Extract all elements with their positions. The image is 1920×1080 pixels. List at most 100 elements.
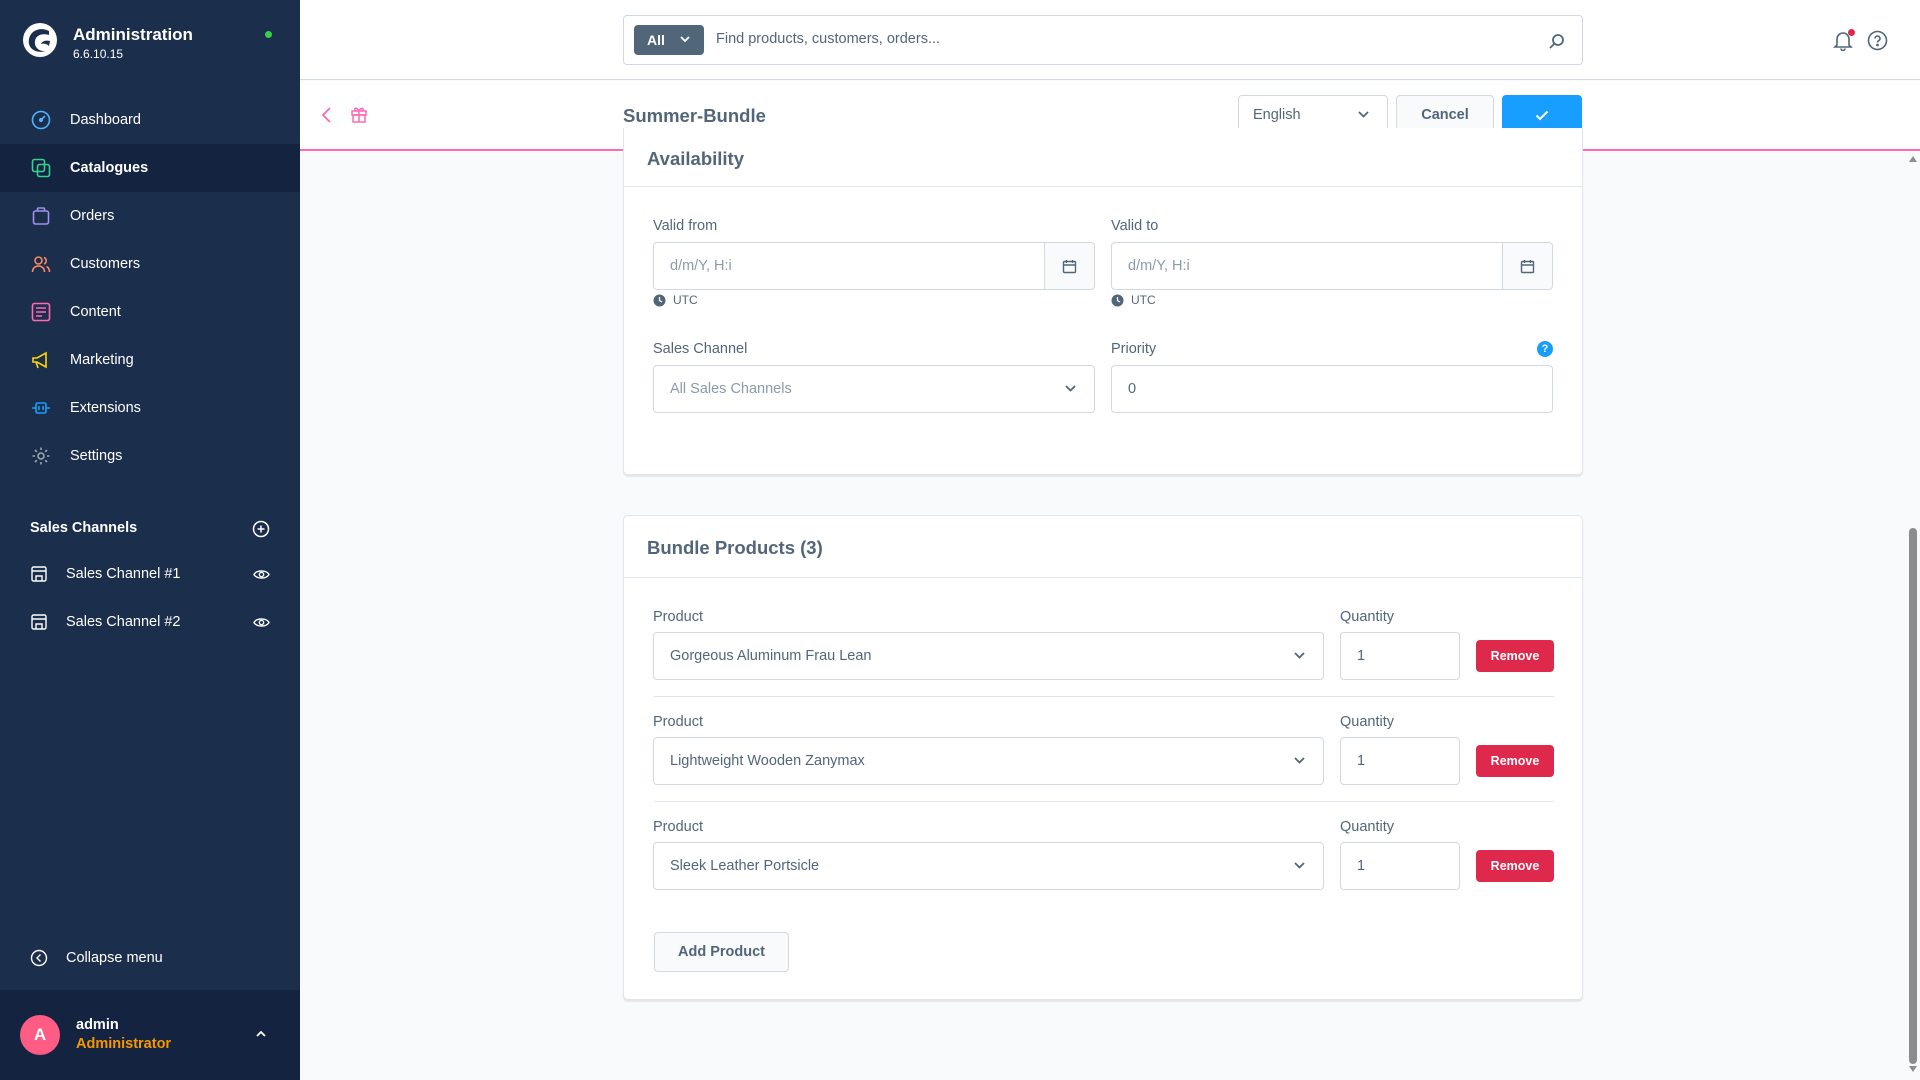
orders-icon [30, 205, 52, 227]
nav-item-orders[interactable]: Orders [0, 192, 300, 240]
chevron-down-icon [1294, 862, 1305, 869]
valid-from-input[interactable]: d/m/Y, H:i [670, 258, 732, 274]
user-name: admin [76, 1017, 119, 1033]
remove-button[interactable]: Remove [1476, 640, 1554, 672]
notification-badge [1848, 29, 1855, 36]
bundle-products-card: Bundle Products (3) Product Quantity Gor… [623, 515, 1583, 1000]
clock-icon [1111, 294, 1124, 306]
storefront-icon [31, 566, 47, 582]
help-tooltip-icon[interactable]: ? [1537, 341, 1553, 357]
brand[interactable]: Administration 6.6.10.15 [22, 22, 282, 66]
extensions-icon [30, 397, 52, 419]
language-value: English [1253, 107, 1301, 123]
valid-from-timezone: UTC [653, 293, 698, 307]
chevron-up-icon[interactable] [254, 1027, 268, 1041]
availability-title: Availability [647, 148, 744, 169]
nav-label: Dashboard [70, 112, 141, 128]
bundle-products-title: Bundle Products (3) [647, 537, 823, 558]
search-scope-label: All [647, 32, 665, 48]
scroll-down-arrow-icon[interactable] [1909, 1066, 1917, 1072]
avatar: A [20, 1015, 60, 1055]
calendar-icon [1062, 259, 1077, 273]
nav-item-content[interactable]: Content [0, 288, 300, 336]
timezone-label: UTC [673, 293, 698, 307]
chevron-down-icon [1294, 652, 1305, 659]
quantity-input[interactable]: 1 [1340, 632, 1460, 680]
page-title: Summer-Bundle [623, 105, 766, 126]
user-role: Administrator [76, 1036, 172, 1052]
nav-item-customers[interactable]: Customers [0, 240, 300, 288]
scrollbar-thumb[interactable] [1909, 528, 1917, 1064]
search-scope-dropdown[interactable]: All [634, 25, 704, 55]
back-arrow-icon[interactable] [318, 106, 336, 124]
search-input[interactable]: Find products, customers, orders... [716, 31, 940, 47]
scrollbar[interactable] [1906, 152, 1920, 1080]
sales-channel-item[interactable]: Sales Channel #2 [0, 598, 300, 646]
valid-from-datepicker[interactable]: d/m/Y, H:i [653, 242, 1095, 290]
row-divider [654, 696, 1554, 697]
help-icon[interactable] [1867, 30, 1888, 51]
sales-channel-label: Sales Channel #2 [66, 614, 181, 630]
sales-channel-item[interactable]: Sales Channel #1 [0, 550, 300, 598]
nav-item-marketing[interactable]: Marketing [0, 336, 300, 384]
dashboard-icon [30, 109, 52, 131]
nav-label: Settings [70, 448, 123, 464]
nav-label: Content [70, 304, 121, 320]
row-divider [654, 801, 1554, 802]
global-search[interactable]: All Find products, customers, orders... [623, 15, 1583, 65]
checkmark-icon [1535, 110, 1549, 120]
nav-item-extensions[interactable]: Extensions [0, 384, 300, 432]
customers-icon [30, 253, 52, 275]
main-nav: Dashboard Catalogues Orders Customers Co… [0, 96, 300, 480]
valid-to-datepicker[interactable]: d/m/Y, H:i [1111, 242, 1553, 290]
nav-item-settings[interactable]: Settings [0, 432, 300, 480]
priority-value: 0 [1128, 381, 1137, 397]
user-menu[interactable]: A admin Administrator [0, 990, 300, 1080]
card-divider [624, 577, 1582, 578]
quantity-label: Quantity [1340, 819, 1394, 835]
chevron-down-icon [1358, 111, 1369, 118]
nav-item-dashboard[interactable]: Dashboard [0, 96, 300, 144]
remove-button[interactable]: Remove [1476, 745, 1554, 777]
eye-icon[interactable] [253, 614, 270, 631]
add-sales-channel-icon[interactable] [252, 520, 270, 538]
valid-to-calendar-button[interactable] [1502, 243, 1552, 289]
top-bar: All Find products, customers, orders... [300, 0, 1920, 80]
collapse-icon [30, 949, 48, 967]
quantity-label: Quantity [1340, 609, 1394, 625]
product-select[interactable]: Sleek Leather Portsicle [653, 842, 1324, 890]
sales-channels-title: Sales Channels [30, 520, 138, 536]
quantity-value: 1 [1357, 858, 1366, 874]
scroll-up-arrow-icon[interactable] [1909, 156, 1917, 162]
priority-label: Priority [1111, 341, 1157, 357]
sales-channel-select[interactable]: All Sales Channels [653, 365, 1095, 413]
app-title: Administration [73, 25, 193, 44]
product-select[interactable]: Lightweight Wooden Zanymax [653, 737, 1324, 785]
quantity-input[interactable]: 1 [1340, 842, 1460, 890]
sidebar: Administration 6.6.10.15 Dashboard Catal… [0, 0, 300, 1080]
remove-button[interactable]: Remove [1476, 850, 1554, 882]
sales-channel-list: Sales Channel #1 Sales Channel #2 [0, 550, 300, 646]
valid-to-input[interactable]: d/m/Y, H:i [1128, 258, 1190, 274]
status-indicator [265, 31, 272, 38]
valid-to-timezone: UTC [1111, 293, 1156, 307]
add-product-button[interactable]: Add Product [654, 932, 789, 972]
product-label: Product [653, 609, 703, 625]
quantity-input[interactable]: 1 [1340, 737, 1460, 785]
sales-channels-header: Sales Channels [30, 520, 270, 540]
settings-icon [30, 445, 52, 467]
sales-channel-label: Sales Channel [653, 341, 748, 357]
product-label: Product [653, 714, 703, 730]
priority-input[interactable]: 0 [1111, 365, 1553, 413]
eye-icon[interactable] [253, 566, 270, 583]
search-icon[interactable] [1548, 32, 1566, 50]
collapse-menu-button[interactable]: Collapse menu [30, 946, 163, 970]
card-divider [624, 186, 1582, 187]
nav-label: Extensions [70, 400, 141, 416]
nav-item-catalogues[interactable]: Catalogues [0, 144, 300, 192]
valid-to-label: Valid to [1111, 218, 1159, 234]
product-value: Lightweight Wooden Zanymax [670, 753, 865, 769]
sales-channel-label: Sales Channel #1 [66, 566, 181, 582]
valid-from-calendar-button[interactable] [1044, 243, 1094, 289]
product-select[interactable]: Gorgeous Aluminum Frau Lean [653, 632, 1324, 680]
